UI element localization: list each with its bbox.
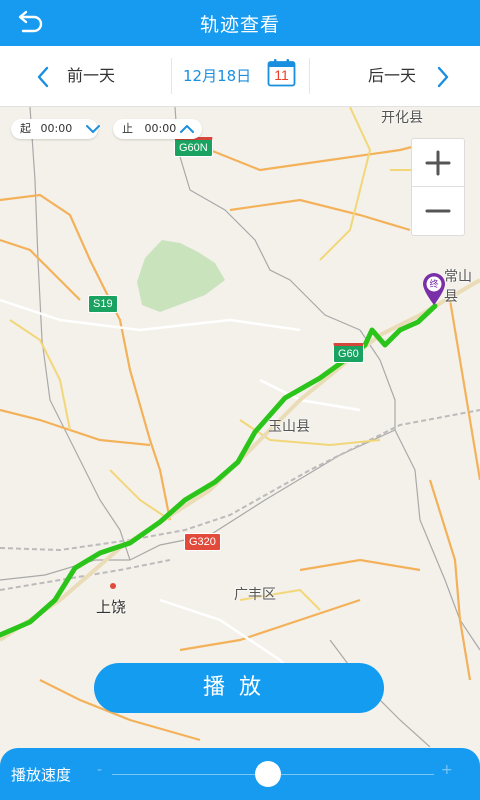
start-time-selector[interactable]: 起 00:00	[11, 119, 100, 139]
speed-max-symbol: +	[441, 762, 453, 778]
road-shield-g60n: G60N	[174, 137, 213, 157]
speed-min-symbol: -	[97, 762, 103, 778]
previous-day-button[interactable]: 前一天	[36, 46, 115, 106]
road-shield-g320: G320	[184, 533, 221, 551]
divider	[309, 58, 310, 94]
place-label-kaihua: 开化县	[381, 110, 423, 126]
start-time-value: 00:00	[40, 122, 73, 135]
speed-slider-thumb[interactable]	[255, 761, 281, 787]
chevron-down-icon	[86, 125, 100, 133]
page-title: 轨迹查看	[199, 14, 280, 36]
road-shield-s19: S19	[88, 295, 118, 313]
map-canvas	[0, 107, 480, 747]
playback-speed-label: 播放速度	[11, 766, 72, 784]
plus-icon	[425, 150, 451, 176]
current-date[interactable]: 12月18日	[183, 65, 251, 86]
calendar-day: 11	[274, 67, 289, 83]
calendar-icon[interactable]: 11	[267, 58, 296, 87]
zoom-control	[411, 138, 465, 236]
playback-speed-panel: 播放速度 - +	[0, 748, 480, 800]
map-view[interactable]: 开化县 常山县 玉山县 上饶 广丰区 G60N S19 G60 G320 终	[0, 107, 480, 747]
end-time-selector[interactable]: 止 00:00	[113, 119, 202, 139]
end-time-value: 00:00	[144, 122, 177, 135]
start-time-prefix: 起	[20, 122, 31, 135]
chevron-right-icon	[437, 66, 449, 88]
place-label-shangrao: 上饶	[96, 598, 127, 616]
zoom-in-button[interactable]	[412, 139, 464, 187]
date-navigation: 前一天 12月18日 11 后一天	[0, 46, 480, 107]
next-day-label: 后一天	[367, 66, 416, 85]
header-bar: 轨迹查看	[0, 0, 480, 46]
place-label-yushan: 玉山县	[268, 419, 310, 435]
minus-icon	[425, 209, 451, 213]
place-label-guangfeng: 广丰区	[234, 587, 276, 603]
zoom-out-button[interactable]	[412, 187, 464, 234]
place-label-changshan: 常山县	[444, 269, 472, 305]
end-time-prefix: 止	[122, 122, 133, 135]
previous-day-label: 前一天	[67, 66, 116, 85]
end-point-marker-label: 终	[429, 280, 439, 290]
chevron-left-icon	[37, 66, 49, 88]
next-day-button[interactable]: 后一天	[368, 46, 450, 106]
chevron-up-icon	[180, 125, 194, 133]
divider	[171, 58, 172, 94]
road-shield-g60: G60	[333, 343, 364, 363]
play-button[interactable]: 播放	[94, 663, 384, 713]
